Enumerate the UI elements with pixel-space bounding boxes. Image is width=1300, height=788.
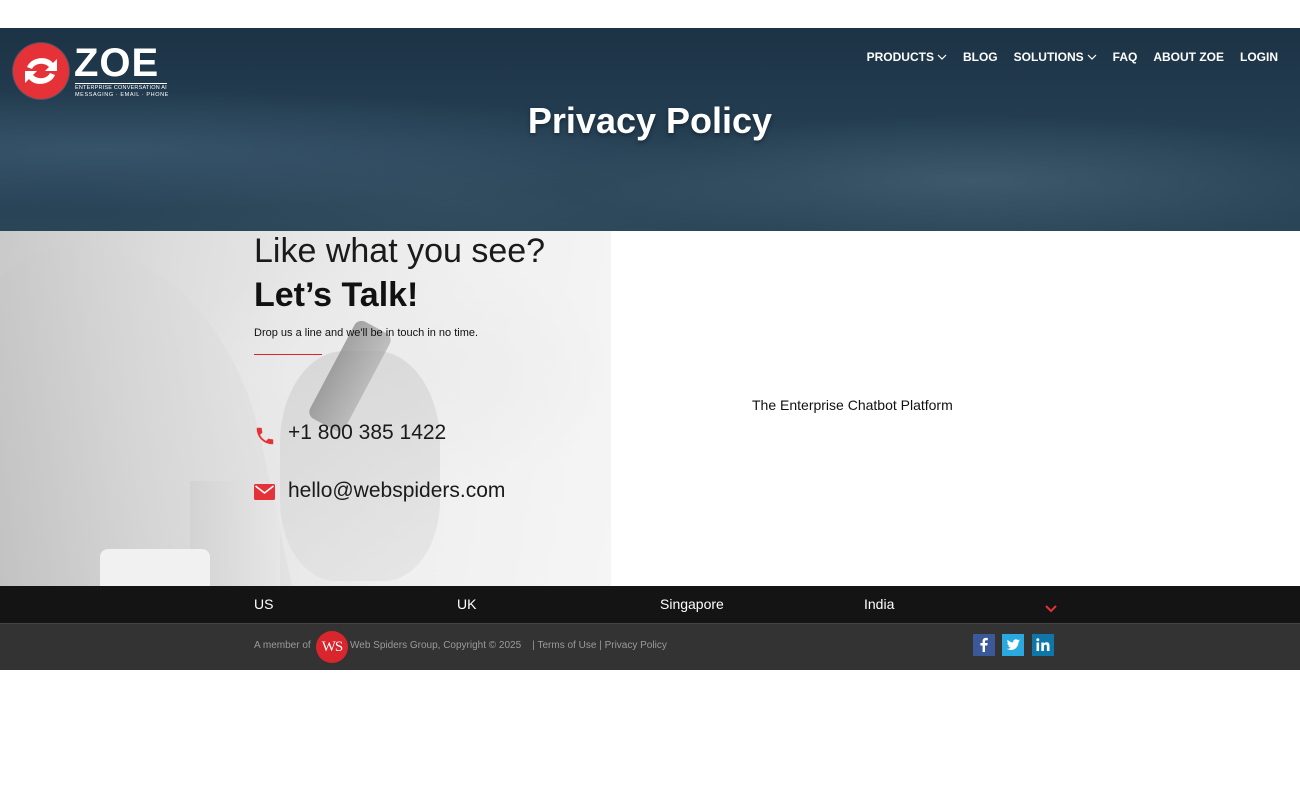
logo-channels: MESSAGING · EMAIL · PHONE (75, 92, 169, 98)
logo-tagline: ENTERPRISE CONVERSATION AI (75, 83, 167, 91)
chevron-down-icon[interactable] (1044, 600, 1058, 613)
zoe-logo[interactable]: ZOE ENTERPRISE CONVERSATION AI MESSAGING… (13, 41, 168, 101)
nav-solutions-label: SOLUTIONS (1013, 50, 1084, 64)
nav-products[interactable]: PRODUCTS (867, 50, 947, 64)
nav-login-label: LOGIN (1240, 50, 1278, 64)
footer-bar: A member of WS Web Spiders Group, Copyri… (0, 623, 1300, 670)
main-nav: PRODUCTS BLOG SOLUTIONS FAQ ABOUT ZOE LO… (851, 50, 1278, 64)
web-spiders-logo[interactable]: WS (316, 631, 348, 663)
copyright-line: Web Spiders Group, Copyright © 2025 | Te… (350, 640, 667, 651)
chevron-down-icon (1087, 50, 1097, 64)
separator: | (523, 640, 535, 651)
nav-faq-label: FAQ (1112, 50, 1138, 64)
logo-mark-icon (13, 43, 69, 99)
privacy-link[interactable]: Privacy Policy (605, 640, 667, 651)
office-us[interactable]: US (254, 596, 273, 612)
nav-solutions[interactable]: SOLUTIONS (1014, 50, 1097, 64)
nav-faq[interactable]: FAQ (1113, 50, 1138, 64)
facebook-icon[interactable] (973, 634, 995, 656)
office-uk[interactable]: UK (457, 596, 476, 612)
separator: | (599, 640, 602, 651)
contact-heading-bold: Let’s Talk! (254, 276, 419, 314)
enterprise-tagline: The Enterprise Chatbot Platform (752, 397, 953, 413)
linkedin-icon[interactable] (1032, 634, 1054, 656)
nav-about-label: ABOUT ZOE (1153, 50, 1224, 64)
nav-login[interactable]: LOGIN (1240, 50, 1278, 64)
photo-cup-shape (100, 549, 210, 586)
mail-icon (254, 484, 275, 500)
chevron-down-icon (937, 50, 947, 64)
phone-icon (254, 425, 276, 447)
nav-blog-label: BLOG (962, 50, 998, 64)
nav-about-zoe[interactable]: ABOUT ZOE (1153, 50, 1224, 64)
divider (254, 354, 322, 355)
member-of-text: A member of (254, 640, 311, 651)
contact-heading-light: Like what you see? (254, 232, 546, 270)
nav-products-label: PRODUCTS (866, 50, 934, 64)
office-singapore[interactable]: Singapore (660, 596, 724, 612)
offices-bar: US UK Singapore India (0, 586, 1300, 623)
logo-wordmark: ZOE (74, 41, 160, 85)
contact-subtext: Drop us a line and we'll be in touch in … (254, 327, 479, 339)
copyright-text: Web Spiders Group, Copyright © 2025 (350, 640, 522, 651)
twitter-icon[interactable] (1002, 634, 1024, 656)
terms-link[interactable]: Terms of Use (538, 640, 597, 651)
contact-email-link[interactable]: hello@webspiders.com (288, 479, 505, 503)
page-title: Privacy Policy (527, 100, 773, 141)
nav-blog[interactable]: BLOG (963, 50, 998, 64)
contact-phone-link[interactable]: +1 800 385 1422 (288, 421, 446, 445)
office-india[interactable]: India (864, 596, 894, 612)
hero-header: ZOE ENTERPRISE CONVERSATION AI MESSAGING… (0, 28, 1300, 231)
